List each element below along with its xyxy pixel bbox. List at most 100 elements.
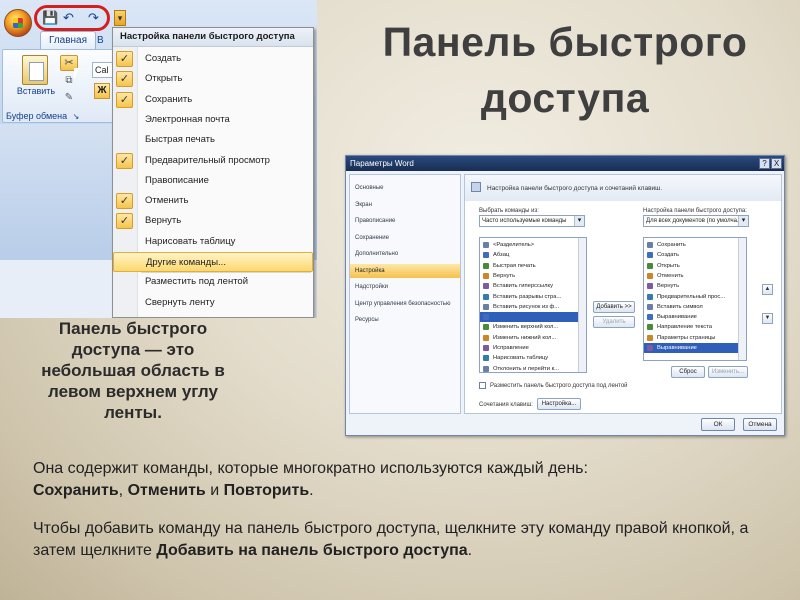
bold-button[interactable]: Ж [94,83,110,99]
mouse-cursor-icon [74,68,84,80]
command-icon [483,272,489,279]
qat-menu-item[interactable]: Быстрая печать [113,130,313,150]
paragraph-2: Чтобы добавить команду на панель быстрог… [33,518,773,562]
command-list-item[interactable]: Вернуть [644,281,742,291]
para1-separator: и [205,482,224,499]
qat-menu-item[interactable]: Свернуть ленту [113,293,313,313]
command-icon [647,303,653,310]
move-up-arrow-icon[interactable]: ▲ [762,284,773,295]
paste-label[interactable]: Вставить [16,86,56,96]
add-button[interactable]: Добавить >> [593,301,635,313]
modify-button[interactable]: Изменить... [708,366,748,378]
qat-menu-item[interactable]: ✓ Вернуть [113,211,313,231]
command-list-item[interactable]: Вернуть [480,271,578,281]
shortcuts-customize-button[interactable]: Настройка... [537,398,581,410]
nav-item[interactable]: Сохранение [350,231,460,245]
qat-menu-item[interactable]: ✓ Отменить [113,191,313,211]
nav-item[interactable]: Надстройки [350,280,460,294]
command-list-item[interactable]: Изменить нижний кол... [480,333,578,343]
command-icon [483,345,489,351]
command-icon [483,365,489,372]
nav-item[interactable]: Правописание [350,214,460,228]
qat-menu-item[interactable]: Электронная почта [113,110,313,130]
right-list-scrollbar[interactable] [738,238,746,360]
tab-insert[interactable]: В [97,33,112,49]
command-list-item[interactable]: Вставить рисунок из ф... [480,302,578,312]
command-label: Параметры страницы [657,334,716,341]
nav-item[interactable]: Ресурсы [350,313,460,327]
command-list-item[interactable]: Сохранить [644,240,742,250]
move-down-arrow-icon[interactable]: ▼ [762,313,773,324]
qat-menu-header: Настройка панели быстрого доступа [113,28,313,47]
command-list-item[interactable] [480,312,578,323]
close-button[interactable]: X [771,158,782,169]
command-list-item[interactable]: Открыть [644,261,742,271]
dialog-launcher-icon[interactable]: ↘ [73,112,80,121]
command-icon [483,242,489,248]
reset-button[interactable]: Сброс [671,366,705,378]
paste-icon[interactable] [22,55,48,85]
command-list-item[interactable]: Вставить гиперссылку [480,281,578,291]
command-list-item[interactable]: <Разделитель> [480,240,578,250]
command-list-item[interactable]: Направление текста [644,322,742,332]
caption-line: Панель быстрого [58,319,208,338]
nav-item[interactable]: Настройка [350,263,460,278]
qat-menu-item[interactable]: ✓ Сохранить [113,90,313,110]
available-commands-list[interactable]: <Разделитель> Абзац Быстрая печать Вернуть В… [479,237,587,373]
command-list-item[interactable]: Отклонить и перейти к... [480,364,578,372]
command-list-item[interactable]: Параметры страницы [644,333,742,343]
tab-home[interactable]: Главная [40,31,96,49]
qat-menu-item[interactable]: Другие команды... [113,252,313,272]
remove-button[interactable]: Удалить [593,316,635,328]
command-list-item[interactable]: Быстрая печать [480,261,578,271]
command-list-item[interactable]: Отменить [644,271,742,281]
qat-menu-item[interactable]: Разместить под лентой [113,272,313,292]
command-list-item[interactable]: Нарисовать таблицу [480,353,578,363]
command-label: Выравнивание [657,345,697,351]
command-list-item[interactable]: Вставить символ [644,302,742,312]
checkmark-icon: ✓ [116,193,133,210]
nav-item[interactable]: Основные [350,181,460,195]
command-list-item[interactable]: Вставить разрывы стра... [480,292,578,302]
below-ribbon-checkbox[interactable] [479,382,486,389]
command-label: Быстрая печать [493,262,536,269]
customize-qat-combo[interactable]: Для всех документов (по умолча... [643,215,749,227]
cancel-button[interactable]: Отмена [743,418,777,431]
command-label: Открыть [657,262,680,269]
command-list-item[interactable]: Абзац [480,250,578,260]
ribbon-screenshot: 💾 ↶ ↷ ▾ Главная В Вставить ✂ ⧉ ✎ Cal Ж Б… [0,0,317,318]
qat-menu-item[interactable]: ✓ Открыть [113,69,313,89]
customize-qat-label: Настройка панели быстрого доступа: [643,208,747,214]
command-icon [483,303,489,310]
nav-item[interactable]: Экран [350,198,460,212]
left-list-scrollbar[interactable] [578,238,586,372]
ok-button[interactable]: ОК [701,418,735,431]
nav-item[interactable]: Центр управления безопасностью [350,297,460,311]
paragraph-1: Она содержит команды, которые многократн… [33,458,773,502]
choose-commands-combo[interactable]: Часто используемые команды [479,215,585,227]
office-button-icon[interactable] [4,9,32,37]
command-list-item[interactable]: Выравнивание [644,343,742,353]
highlight-ring [34,5,110,31]
qat-menu-item[interactable]: ✓ Предварительный просмотр [113,151,313,171]
command-list-item[interactable]: Выравнивание [644,312,742,322]
panel-heading: Настройка панели быстрого доступа и соче… [487,185,663,192]
format-painter-icon[interactable]: ✎ [61,91,77,105]
nav-item[interactable]: Дополнительно [350,247,460,261]
command-list-item[interactable]: Изменить верхний кол... [480,322,578,332]
para1-end: . [309,482,314,499]
font-name-field[interactable]: Cal [92,62,114,78]
command-icon [647,314,653,321]
command-label: <Разделитель> [493,242,535,248]
command-icon [483,262,489,269]
qat-menu-item-label: Другие команды... [146,257,226,268]
qat-menu-item[interactable]: Нарисовать таблицу [113,232,313,252]
customize-qat-dropdown-icon[interactable]: ▾ [114,10,126,26]
qat-menu-item[interactable]: ✓ Создать [113,49,313,69]
qat-menu-item[interactable]: Правописание [113,171,313,191]
qat-commands-list[interactable]: Сохранить Создать Открыть Отменить Вернуть Пр… [643,237,747,361]
command-list-item[interactable]: Исправление [480,343,578,353]
command-list-item[interactable]: Создать [644,250,742,260]
command-list-item[interactable]: Предварительный прос... [644,292,742,302]
help-button[interactable]: ? [759,158,770,169]
